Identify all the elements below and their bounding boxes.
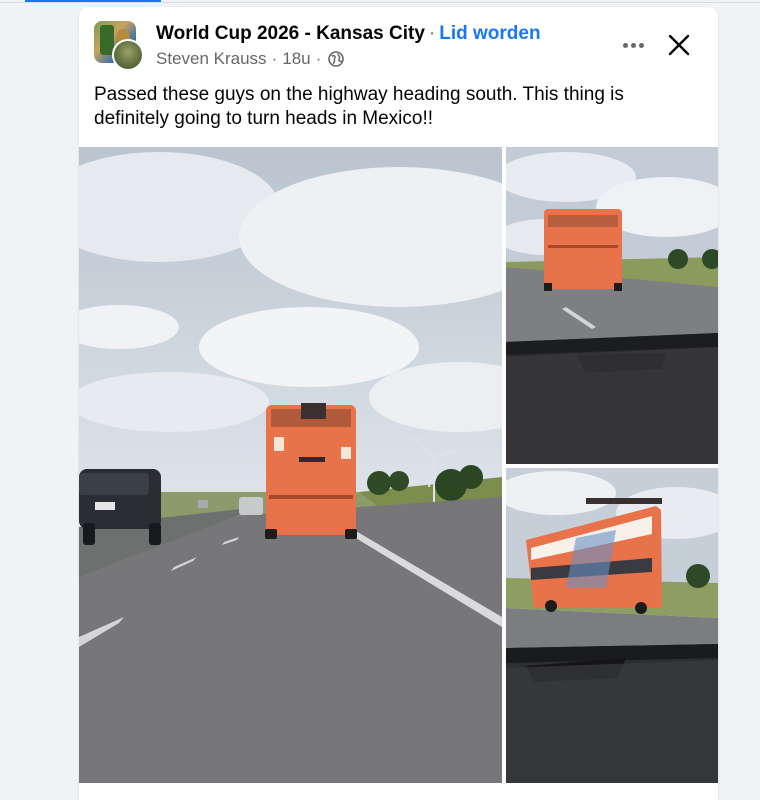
photo-bus-highway-wide[interactable] [79,147,502,783]
more-options-dot [638,42,644,48]
post-title-row: World Cup 2026 - Kansas City · Lid worden [156,22,541,46]
photo-bus-side-dashboard[interactable] [506,468,718,783]
more-options-button[interactable] [619,31,647,59]
post-message: Passed these guys on the highway heading… [94,84,624,129]
close-icon[interactable] [665,31,693,59]
meta-separator-2: · [315,49,322,68]
user-avatar[interactable] [112,39,144,71]
author-name-link[interactable]: Steven Krauss [156,48,267,70]
post-meta: Steven Krauss · 18u · [156,48,345,70]
more-options-dot [630,42,636,48]
globe-icon[interactable] [328,51,345,67]
photo-bus-rear-dashboard[interactable] [506,147,718,464]
post-timestamp-link[interactable]: 18u [282,48,310,70]
post-actions-strip [79,783,718,800]
top-divider [0,2,760,3]
group-name-link[interactable]: World Cup 2026 - Kansas City [156,23,425,44]
post-header: World Cup 2026 - Kansas City · Lid worden … [79,7,718,77]
join-group-link[interactable]: Lid worden [439,23,540,44]
meta-separator: · [271,49,278,68]
post-card: World Cup 2026 - Kansas City · Lid worden … [79,7,718,800]
more-options-icon [622,42,628,48]
title-separator: · [428,23,436,44]
avatar-stack[interactable] [94,21,144,71]
